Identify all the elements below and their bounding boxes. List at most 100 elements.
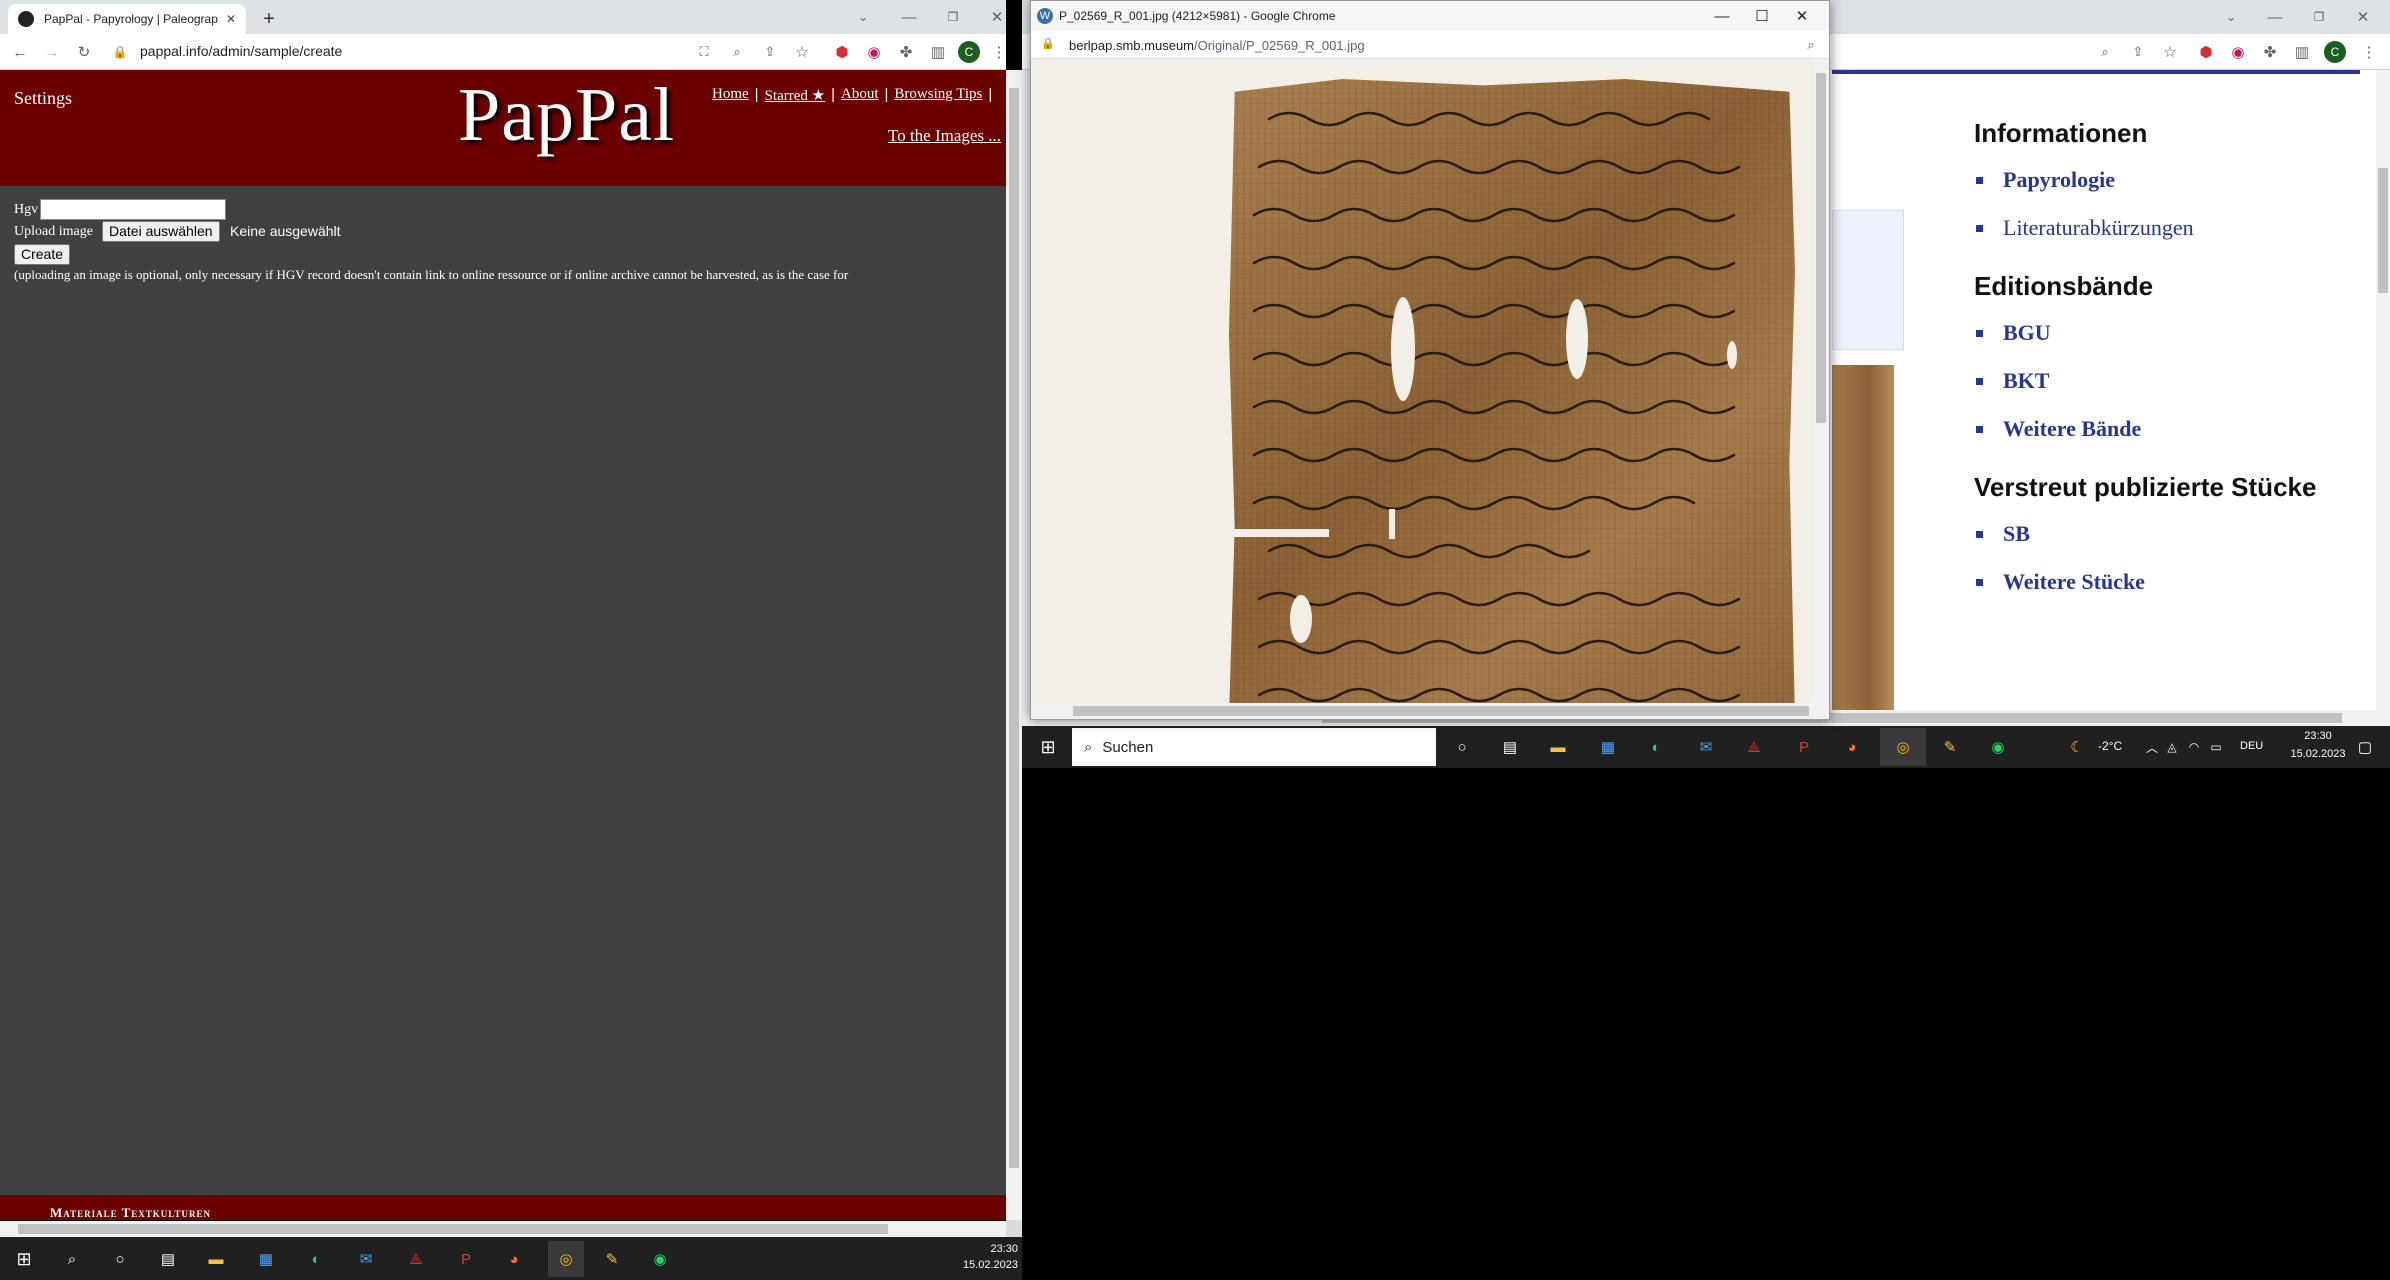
search-icon[interactable]: ⌕ <box>58 1245 86 1273</box>
battery-icon[interactable]: ▭ <box>2206 734 2226 760</box>
mail-icon[interactable]: ✉ <box>352 1245 380 1273</box>
papyrus-image[interactable] <box>1229 79 1795 703</box>
h-scroll-thumb[interactable] <box>1073 706 1809 716</box>
popup-vscroll[interactable] <box>1813 59 1829 703</box>
hgv-input[interactable] <box>40 199 226 220</box>
close-icon[interactable]: ✕ <box>226 12 236 26</box>
windows-start-icon[interactable]: ⊞ <box>10 1245 38 1273</box>
clock-date[interactable]: 15.02.2023 <box>950 1259 1018 1271</box>
scroll-thumb[interactable] <box>1816 73 1826 423</box>
task-view-icon[interactable]: ▤ <box>1490 732 1530 762</box>
share-icon[interactable]: ⇪ <box>760 42 780 62</box>
minimize-icon[interactable]: — <box>2262 4 2288 30</box>
nav-list-item[interactable]: Papyrologie <box>1976 167 2372 193</box>
restore-icon[interactable]: ❐ <box>2306 4 2332 30</box>
translate-icon[interactable]: ⛶ <box>694 42 714 62</box>
nav-list-item[interactable]: SB <box>1976 521 2372 547</box>
chevron-down-icon[interactable]: ⌄ <box>850 4 876 30</box>
chevron-up-icon[interactable]: ︿ <box>2142 734 2162 760</box>
extension-red-icon[interactable]: ⬢ <box>2196 42 2216 62</box>
windows-start-icon[interactable]: ⊞ <box>1024 732 1072 762</box>
nav-link[interactable]: Weitere Bände <box>2003 416 2141 442</box>
clock-time[interactable]: 23:30 <box>960 1243 1018 1255</box>
store-icon[interactable]: ▦ <box>252 1245 280 1273</box>
firefox-icon[interactable]: ◕ <box>500 1245 528 1273</box>
nav-list-item[interactable]: BGU <box>1976 320 2372 346</box>
nav-list-item[interactable]: BKT <box>1976 368 2372 394</box>
zoom-icon[interactable]: ⌕ <box>2095 42 2115 62</box>
chrome-icon[interactable]: ◎ <box>1880 728 1926 766</box>
notes-icon[interactable]: ✎ <box>598 1245 626 1273</box>
nav-home[interactable]: Home <box>712 86 749 105</box>
horizontal-scrollbar-left[interactable] <box>0 1221 1006 1237</box>
forward-icon[interactable]: → <box>40 40 64 64</box>
task-view-icon[interactable]: ▤ <box>154 1245 182 1273</box>
chrome-icon[interactable]: ◎ <box>548 1241 584 1277</box>
restore-icon[interactable]: ❐ <box>940 4 966 30</box>
minimize-icon[interactable]: — <box>1709 4 1735 28</box>
url-field[interactable]: pappal.info/admin/sample/create <box>140 43 342 59</box>
tab-pappal[interactable]: PapPal - Papyrology | Paleograph ✕ <box>8 4 246 34</box>
close-window-icon[interactable]: ✕ <box>984 4 1010 30</box>
menu-icon[interactable]: ⋮ <box>2362 42 2377 62</box>
extension-pink-icon[interactable]: ◉ <box>2228 42 2248 62</box>
close-window-icon[interactable]: ✕ <box>2350 4 2376 30</box>
clock-time[interactable]: 23:30 <box>2278 730 2358 742</box>
scroll-thumb[interactable] <box>1009 88 1019 1168</box>
nav-link[interactable]: Weitere Stücke <box>2003 569 2145 595</box>
edge-icon[interactable]: ◐ <box>1636 732 1676 762</box>
nav-starred[interactable]: Starred ★ <box>765 86 826 105</box>
edge-icon[interactable]: ◐ <box>302 1245 330 1273</box>
weather-text[interactable]: -2°C <box>2098 739 2122 753</box>
nav-list-item[interactable]: Weitere Stücke <box>1976 569 2372 595</box>
language-indicator[interactable]: DEU <box>2240 740 2263 752</box>
nav-list-item[interactable]: Literaturabkürzungen <box>1976 215 2372 241</box>
wifi-icon[interactable]: ◠ <box>2184 734 2204 760</box>
network-icon[interactable]: ◬ <box>2162 734 2182 760</box>
firefox-icon[interactable]: ◕ <box>1832 732 1872 762</box>
site-logo[interactable]: PapPal <box>458 72 675 159</box>
zoom-icon[interactable]: ⌕ <box>727 42 747 62</box>
spotify-icon[interactable]: ◉ <box>646 1245 674 1273</box>
cortana-icon[interactable]: ○ <box>106 1245 134 1273</box>
vertical-scrollbar[interactable] <box>1006 70 1022 1220</box>
share-icon[interactable]: ⇪ <box>2128 42 2148 62</box>
taskbar-search-box[interactable]: ⌕ Suchen <box>1072 728 1436 766</box>
footer-text[interactable]: Materiale Textkulturen <box>50 1205 211 1221</box>
nav-link[interactable]: Papyrologie <box>2003 167 2115 193</box>
clock-date[interactable]: 15.02.2023 <box>2278 748 2358 760</box>
spotify-icon[interactable]: ◉ <box>1978 732 2018 762</box>
avatar[interactable]: C <box>2324 41 2346 63</box>
notification-icon[interactable]: ▢ <box>2350 732 2380 762</box>
nav-link[interactable]: Literaturabkürzungen <box>2003 215 2194 241</box>
nav-list-item[interactable]: Weitere Bände <box>1976 416 2372 442</box>
minimize-icon[interactable]: — <box>896 4 922 30</box>
reload-icon[interactable]: ↻ <box>72 40 96 64</box>
create-button[interactable]: Create <box>14 244 71 265</box>
store-icon[interactable]: ▦ <box>1588 732 1628 762</box>
powerpoint-icon[interactable]: P <box>1784 732 1824 762</box>
extension-red-icon[interactable]: ⬢ <box>832 42 852 62</box>
back-icon[interactable]: ← <box>8 40 32 64</box>
star-icon[interactable]: ☆ <box>792 42 812 62</box>
avatar[interactable]: C <box>958 41 980 63</box>
new-tab-icon[interactable]: + <box>256 6 282 32</box>
extension-pink-icon[interactable]: ◉ <box>864 42 884 62</box>
sidebar-icon[interactable]: ▥ <box>928 42 948 62</box>
chevron-down-icon[interactable]: ⌄ <box>2218 4 2244 30</box>
sidebar-icon[interactable]: ▥ <box>2292 42 2312 62</box>
close-icon[interactable]: ✕ <box>1789 4 1815 28</box>
nav-link[interactable]: BGU <box>2003 320 2051 346</box>
h-scroll-thumb[interactable] <box>18 1224 888 1234</box>
puzzle-icon[interactable]: ✤ <box>896 42 916 62</box>
maximize-icon[interactable]: ☐ <box>1749 4 1775 28</box>
explorer-icon[interactable]: ▬ <box>1538 732 1578 762</box>
star-icon[interactable]: ☆ <box>2160 42 2180 62</box>
right-vscroll[interactable] <box>2376 70 2390 710</box>
nav-link[interactable]: BKT <box>2003 368 2049 394</box>
nav-browsing-tips[interactable]: Browsing Tips <box>894 86 982 105</box>
scroll-thumb[interactable] <box>2378 168 2388 293</box>
zoom-icon[interactable]: ⌕ <box>1801 35 1821 55</box>
puzzle-icon[interactable]: ✤ <box>2260 42 2280 62</box>
nav-link[interactable]: SB <box>2003 521 2030 547</box>
